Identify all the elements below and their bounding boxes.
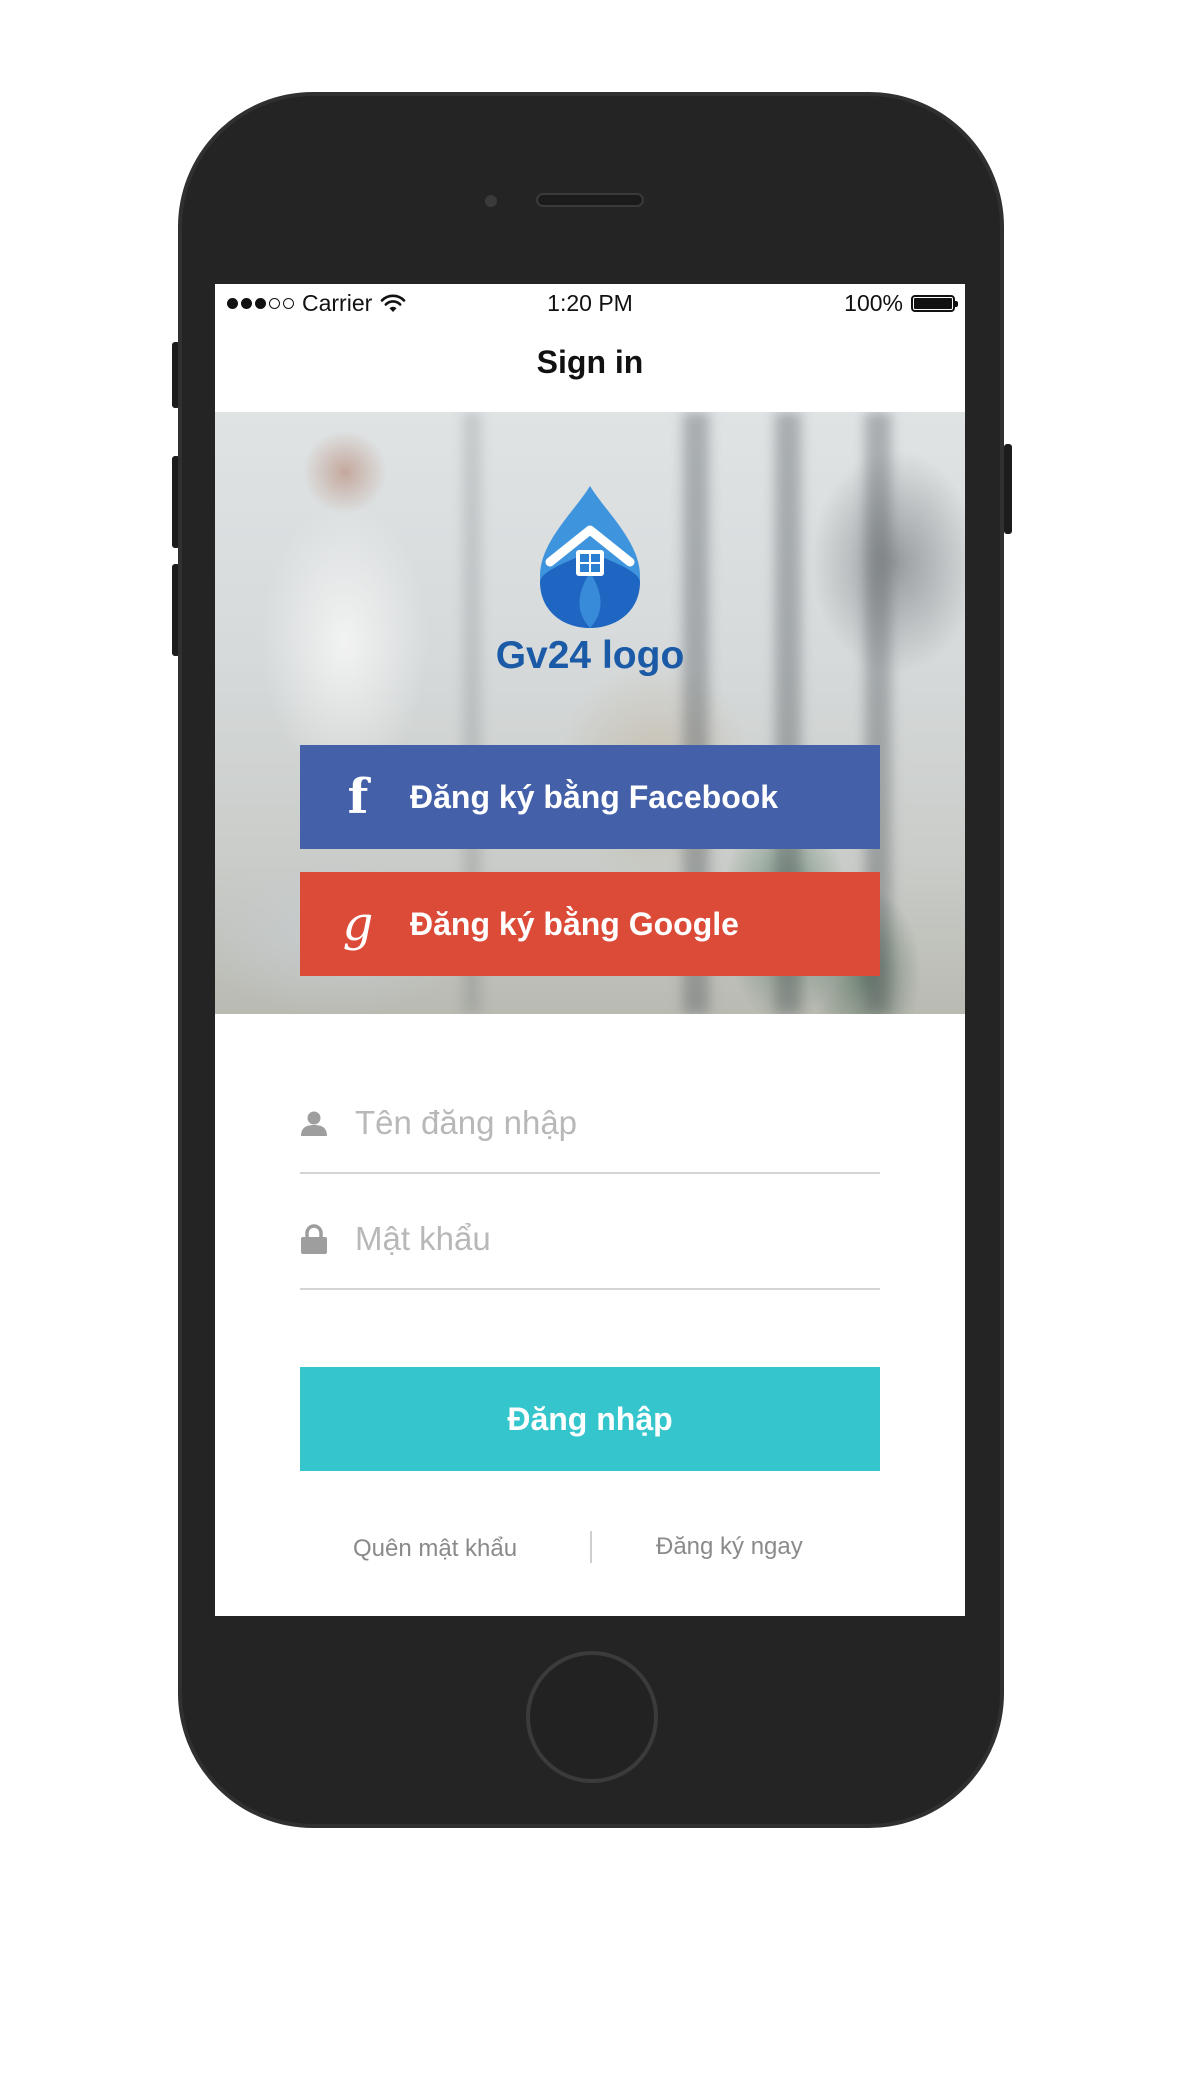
facebook-icon: f <box>347 769 369 825</box>
status-bar: Carrier 1:20 PM 100% <box>215 284 965 324</box>
google-icon: g <box>342 896 374 952</box>
lock-icon <box>300 1224 328 1254</box>
username-field[interactable] <box>300 1074 880 1174</box>
password-field[interactable] <box>300 1190 880 1290</box>
screen: Carrier 1:20 PM 100% Sign in Gv24 logo f… <box>215 284 965 1616</box>
google-signup-button[interactable]: g Đăng ký bằng Google <box>300 872 880 976</box>
facebook-signup-button[interactable]: f Đăng ký bằng Facebook <box>300 745 880 849</box>
stage: Carrier 1:20 PM 100% Sign in Gv24 logo f… <box>0 0 1181 2093</box>
login-button[interactable]: Đăng nhập <box>300 1367 880 1471</box>
battery-percent: 100% <box>844 290 903 316</box>
user-icon <box>300 1108 328 1138</box>
status-right: 100% <box>844 290 958 317</box>
page-title: Sign in <box>536 344 644 380</box>
footer-links: Quên mật khẩu Đăng ký ngay <box>300 1531 880 1571</box>
register-now-link[interactable]: Đăng ký ngay <box>656 1533 803 1561</box>
home-button[interactable] <box>526 1651 658 1783</box>
earpiece-speaker <box>536 193 644 207</box>
hero-banner: Gv24 logo f Đăng ký bằng Facebook g Đăng… <box>215 412 965 1014</box>
facebook-signup-label: Đăng ký bằng Facebook <box>410 778 779 815</box>
front-camera <box>485 195 497 207</box>
password-input[interactable] <box>353 1219 857 1259</box>
battery-icon <box>911 295 958 312</box>
google-signup-label: Đăng ký bằng Google <box>410 905 739 942</box>
username-input[interactable] <box>353 1103 857 1143</box>
logo-text: Gv24 logo <box>495 634 685 677</box>
app-logo: Gv24 logo <box>215 482 965 678</box>
logo-drop-house-icon <box>540 486 640 628</box>
power-button <box>1004 444 1012 534</box>
links-divider <box>590 1531 592 1563</box>
forgot-password-link[interactable]: Quên mật khẩu <box>353 1535 517 1563</box>
